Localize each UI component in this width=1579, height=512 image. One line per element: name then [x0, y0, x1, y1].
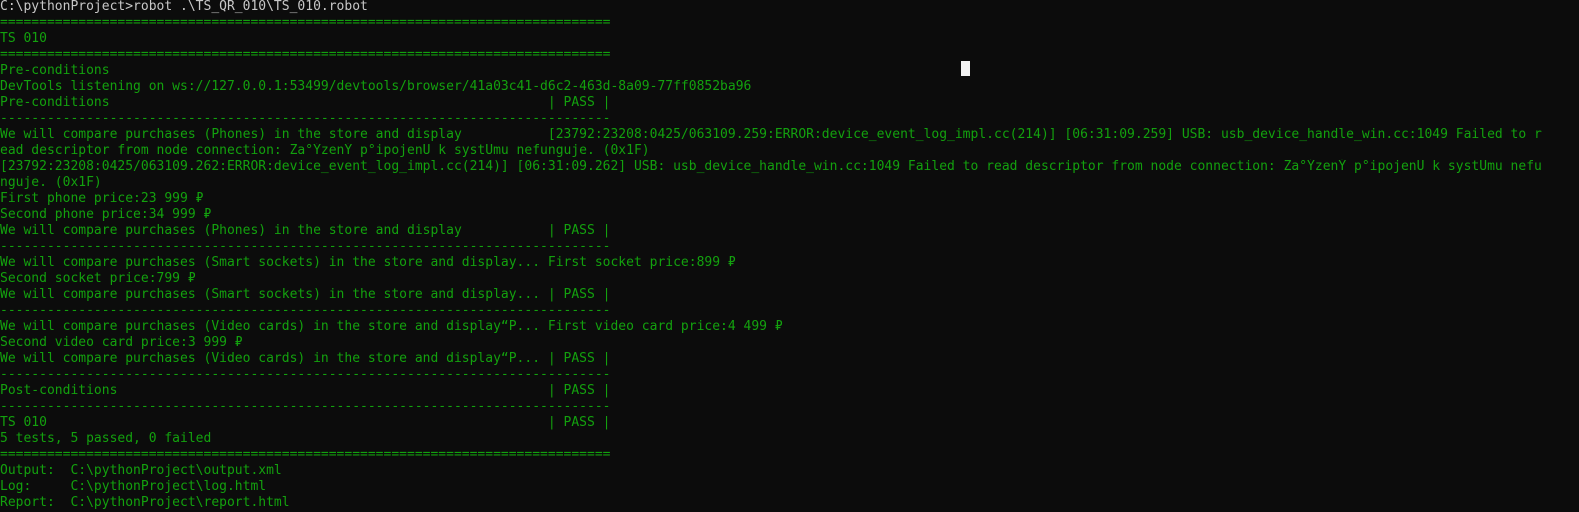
- output-line: nguje. (0x1F): [0, 175, 102, 190]
- separator-line: ========================================…: [0, 47, 611, 62]
- suite-title: TS 010: [0, 31, 47, 46]
- test-result-line: Pre-conditions | PASS |: [0, 95, 611, 110]
- summary-line: 5 tests, 5 passed, 0 failed: [0, 431, 212, 446]
- test-result-line: We will compare purchases (Phones) in th…: [0, 223, 611, 238]
- output-line: ead descriptor from node connection: Za°…: [0, 143, 650, 158]
- log-file-line: Log: C:\pythonProject\log.html: [0, 479, 267, 494]
- command-line: C:\pythonProject>robot .\TS_QR_010\TS_01…: [0, 0, 368, 14]
- output-line: We will compare purchases (Smart sockets…: [0, 255, 736, 270]
- test-result-line: We will compare purchases (Video cards) …: [0, 351, 611, 366]
- output-line: We will compare purchases (Phones) in th…: [0, 127, 1542, 142]
- separator-line: ========================================…: [0, 447, 611, 462]
- terminal-window[interactable]: C:\pythonProject>robot .\TS_QR_010\TS_01…: [0, 0, 1579, 512]
- report-file-line: Report: C:\pythonProject\report.html: [0, 495, 290, 510]
- output-line: Second video card price:3 999 ₽: [0, 335, 243, 350]
- output-line: First phone price:23 999 ₽: [0, 191, 204, 206]
- divider-line: ----------------------------------------…: [0, 239, 611, 254]
- output-line: Second socket price:799 ₽: [0, 271, 196, 286]
- output-line: Second phone price:34 999 ₽: [0, 207, 212, 222]
- test-result-line: We will compare purchases (Smart sockets…: [0, 287, 611, 302]
- terminal-output: C:\pythonProject>robot .\TS_QR_010\TS_01…: [0, 0, 1579, 511]
- divider-line: ----------------------------------------…: [0, 367, 611, 382]
- divider-line: ----------------------------------------…: [0, 303, 611, 318]
- output-line: Pre-conditions: [0, 63, 110, 78]
- divider-line: ----------------------------------------…: [0, 399, 611, 414]
- output-line: [23792:23208:0425/063109.262:ERROR:devic…: [0, 159, 1542, 174]
- suite-result-line: TS 010 | PASS |: [0, 415, 611, 430]
- output-line: We will compare purchases (Video cards) …: [0, 319, 783, 334]
- divider-line: ----------------------------------------…: [0, 111, 611, 126]
- separator-line: ========================================…: [0, 15, 611, 30]
- output-file-line: Output: C:\pythonProject\output.xml: [0, 463, 282, 478]
- text-cursor: [961, 61, 970, 76]
- output-line: DevTools listening on ws://127.0.0.1:534…: [0, 79, 752, 94]
- test-result-line: Post-conditions | PASS |: [0, 383, 611, 398]
